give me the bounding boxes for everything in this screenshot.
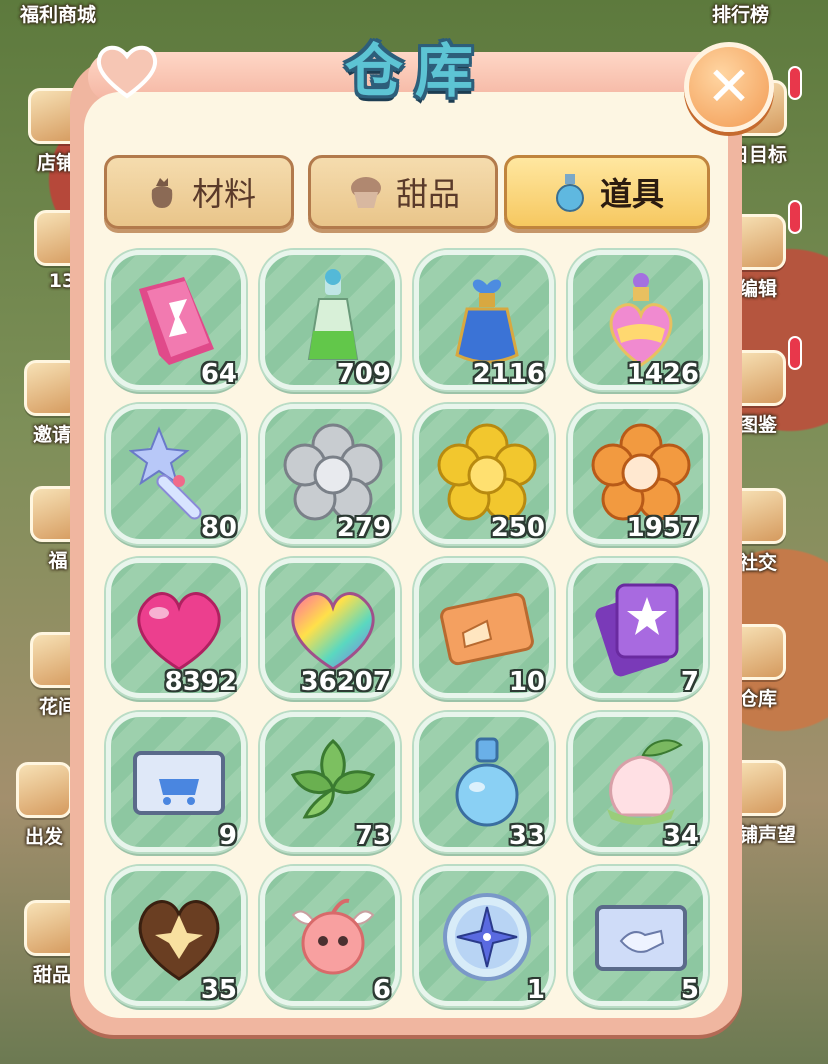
item-slot[interactable]: 709: [260, 250, 400, 390]
handshake-card-icon: [595, 905, 687, 971]
compass-star-icon: [443, 893, 531, 981]
category-tabs: 材料 甜品 道具: [104, 155, 714, 231]
item-slot[interactable]: 6: [260, 866, 400, 1006]
alert-badge: [788, 336, 802, 370]
item-count: 10: [508, 667, 545, 697]
close-icon: ✕: [706, 55, 752, 118]
item-count: 73: [354, 821, 391, 851]
side-label: 图鉴: [738, 414, 777, 436]
item-slot[interactable]: 80: [106, 404, 246, 544]
item-count: 80: [200, 513, 237, 543]
tab-desserts[interactable]: 甜品: [308, 155, 498, 229]
tab-label: 道具: [599, 175, 664, 213]
item-slot[interactable]: 34: [568, 712, 708, 852]
orange-flower-icon: [591, 423, 691, 521]
item-count: 5: [680, 975, 699, 1005]
bag-travel-icon: [16, 762, 72, 818]
item-slot[interactable]: 5: [568, 866, 708, 1006]
item-slot[interactable]: 36207: [260, 558, 400, 698]
side-label: 福: [48, 550, 68, 572]
item-count: 7: [680, 667, 699, 697]
blue-heart-potion-icon: [455, 279, 519, 364]
potion-flask-icon: [555, 174, 584, 212]
item-count: 8392: [164, 667, 237, 697]
star-wand-icon: [129, 426, 202, 520]
item-slot[interactable]: 1957: [568, 404, 708, 544]
item-slot[interactable]: 1: [414, 866, 554, 1006]
item-slot[interactable]: 8392: [106, 558, 246, 698]
side-label: 福利商城: [20, 4, 97, 26]
blue-flask-icon: [455, 737, 519, 827]
item-slot[interactable]: 35: [106, 866, 246, 1006]
tab-materials[interactable]: 材料: [104, 155, 294, 229]
item-slot[interactable]: 73: [260, 712, 400, 852]
item-count: 250: [490, 513, 545, 543]
item-slot[interactable]: 2116: [414, 250, 554, 390]
alert-badge: [788, 66, 802, 100]
item-slot[interactable]: 33: [414, 712, 554, 852]
green-potion-icon: [307, 269, 359, 360]
side-button-depart[interactable]: 出发: [16, 762, 72, 849]
winged-spirit-icon: [291, 898, 375, 975]
hourglass-ticket-icon: [139, 277, 214, 365]
item-count: 1426: [626, 359, 699, 389]
item-count: 9: [218, 821, 237, 851]
side-label: 甜品: [32, 964, 71, 986]
side-label: 仓库: [738, 688, 777, 710]
rainbow-heart-icon: [291, 592, 375, 671]
item-slot[interactable]: 10: [414, 558, 554, 698]
item-slot[interactable]: 64: [106, 250, 246, 390]
muffin-icon: [350, 177, 381, 208]
side-button-welfare-shop[interactable]: 福利商城: [20, 0, 96, 27]
shop-cart-card-icon: [133, 751, 225, 815]
item-count: 34: [662, 821, 699, 851]
silver-flower-icon: [283, 423, 383, 521]
alert-badge: [788, 200, 802, 234]
star-card-icon: [595, 583, 679, 677]
leaf-icon: [290, 739, 376, 819]
item-slot[interactable]: 1426: [568, 250, 708, 390]
item-slot[interactable]: 250: [414, 404, 554, 544]
item-count: 64: [200, 359, 237, 389]
pink-heart-icon: [137, 592, 221, 671]
close-button[interactable]: ✕: [684, 42, 774, 132]
item-count: 35: [200, 975, 237, 1005]
item-slot[interactable]: 279: [260, 404, 400, 544]
item-count: 1957: [626, 513, 699, 543]
panel-title: 仓库: [344, 37, 485, 105]
side-label: 社交: [738, 552, 777, 574]
gold-flower-icon: [437, 423, 537, 521]
item-count: 33: [508, 821, 545, 851]
tab-props[interactable]: 道具: [504, 155, 710, 229]
side-label: 编辑: [738, 278, 777, 300]
item-count: 709: [336, 359, 391, 389]
tab-label: 甜品: [395, 175, 460, 213]
tab-label: 材料: [191, 175, 256, 213]
side-button-ranking[interactable]: 排行榜: [712, 0, 769, 27]
bag-icon: [151, 178, 173, 208]
peach-icon: [607, 739, 683, 825]
item-slot[interactable]: 9: [106, 712, 246, 852]
side-label: 邀请: [32, 424, 71, 446]
chocolate-heart-icon: [138, 900, 220, 981]
side-label: 出发: [24, 826, 63, 848]
cake-ticket-icon: [440, 592, 534, 666]
item-grid: 64 709 2116 1426 80 279 250 1957 8392 36…: [106, 250, 710, 1010]
item-count: 2116: [472, 359, 545, 389]
item-count: 279: [336, 513, 391, 543]
rainbow-perfume-icon: [609, 273, 673, 367]
item-count: 36207: [300, 667, 391, 697]
heart-deco-icon: [96, 45, 158, 99]
item-count: 6: [372, 975, 391, 1005]
side-label: 排行榜: [712, 4, 770, 26]
item-count: 1: [526, 975, 545, 1005]
item-slot[interactable]: 7: [568, 558, 708, 698]
